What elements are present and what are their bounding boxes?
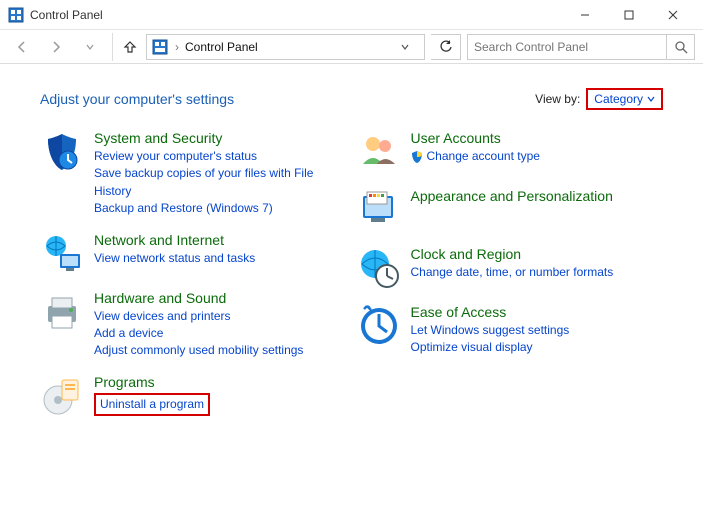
breadcrumb-location[interactable]: Control Panel — [185, 40, 258, 54]
users-icon — [357, 130, 401, 174]
category-network-internet: Network and Internet View network status… — [40, 232, 347, 276]
control-panel-icon — [151, 38, 169, 56]
clock-globe-icon — [357, 246, 401, 290]
category-title[interactable]: User Accounts — [411, 130, 664, 146]
category-link[interactable]: Optimize visual display — [411, 339, 664, 356]
chevron-down-icon — [647, 95, 655, 103]
category-title[interactable]: System and Security — [94, 130, 347, 146]
address-bar[interactable]: › Control Panel — [146, 34, 425, 60]
category-title[interactable]: Programs — [94, 374, 347, 390]
search-wrap — [467, 34, 695, 60]
right-column: User Accounts Change account type Appear… — [357, 130, 664, 432]
category-link[interactable]: Save backup copies of your files with Fi… — [94, 165, 347, 200]
search-input[interactable] — [467, 34, 667, 60]
category-title[interactable]: Hardware and Sound — [94, 290, 347, 306]
network-icon — [40, 232, 84, 276]
search-button[interactable] — [667, 34, 695, 60]
category-appearance: Appearance and Personalization — [357, 188, 664, 232]
viewby-label: View by: — [535, 92, 580, 106]
category-link[interactable]: View network status and tasks — [94, 250, 347, 267]
appearance-icon — [357, 188, 401, 232]
address-dropdown[interactable] — [400, 42, 420, 52]
category-link[interactable]: Change account type — [427, 148, 540, 165]
refresh-button[interactable] — [431, 34, 461, 60]
minimize-button[interactable] — [563, 1, 607, 29]
shield-icon — [40, 130, 84, 174]
navigation-bar: › Control Panel — [0, 30, 703, 64]
ease-of-access-icon — [357, 304, 401, 348]
close-button[interactable] — [651, 1, 695, 29]
uac-shield-icon — [411, 150, 423, 164]
window-controls — [563, 1, 695, 29]
recent-locations-dropdown[interactable] — [76, 33, 104, 61]
category-link[interactable]: View devices and printers — [94, 308, 347, 325]
app-icon — [8, 7, 24, 23]
category-title[interactable]: Network and Internet — [94, 232, 347, 248]
category-user-accounts: User Accounts Change account type — [357, 130, 664, 174]
back-button[interactable] — [8, 33, 36, 61]
viewby-value: Category — [594, 92, 643, 106]
content-header: Adjust your computer's settings View by:… — [40, 88, 663, 110]
uninstall-program-link[interactable]: Uninstall a program — [94, 393, 210, 416]
category-link[interactable]: Let Windows suggest settings — [411, 322, 664, 339]
forward-button[interactable] — [42, 33, 70, 61]
breadcrumb-separator[interactable]: › — [173, 40, 181, 54]
printer-icon — [40, 290, 84, 334]
up-button[interactable] — [112, 33, 140, 61]
category-hardware-sound: Hardware and Sound View devices and prin… — [40, 290, 347, 360]
title-bar: Control Panel — [0, 0, 703, 30]
page-heading: Adjust your computer's settings — [40, 91, 535, 107]
category-system-security: System and Security Review your computer… — [40, 130, 347, 218]
window-title: Control Panel — [30, 8, 563, 22]
category-link[interactable]: Add a device — [94, 325, 347, 342]
category-link[interactable]: Change date, time, or number formats — [411, 264, 664, 281]
category-link[interactable]: Review your computer's status — [94, 148, 347, 165]
category-title[interactable]: Ease of Access — [411, 304, 664, 320]
category-columns: System and Security Review your computer… — [40, 130, 663, 432]
category-link[interactable]: Backup and Restore (Windows 7) — [94, 200, 347, 217]
category-link[interactable]: Adjust commonly used mobility settings — [94, 342, 347, 359]
programs-icon — [40, 374, 84, 418]
category-programs: Programs Uninstall a program — [40, 374, 347, 418]
category-title[interactable]: Clock and Region — [411, 246, 664, 262]
category-title[interactable]: Appearance and Personalization — [411, 188, 664, 204]
content-area: Adjust your computer's settings View by:… — [0, 64, 703, 456]
maximize-button[interactable] — [607, 1, 651, 29]
viewby-selector[interactable]: Category — [586, 88, 663, 110]
category-ease-of-access: Ease of Access Let Windows suggest setti… — [357, 304, 664, 357]
left-column: System and Security Review your computer… — [40, 130, 347, 432]
category-clock-region: Clock and Region Change date, time, or n… — [357, 246, 664, 290]
